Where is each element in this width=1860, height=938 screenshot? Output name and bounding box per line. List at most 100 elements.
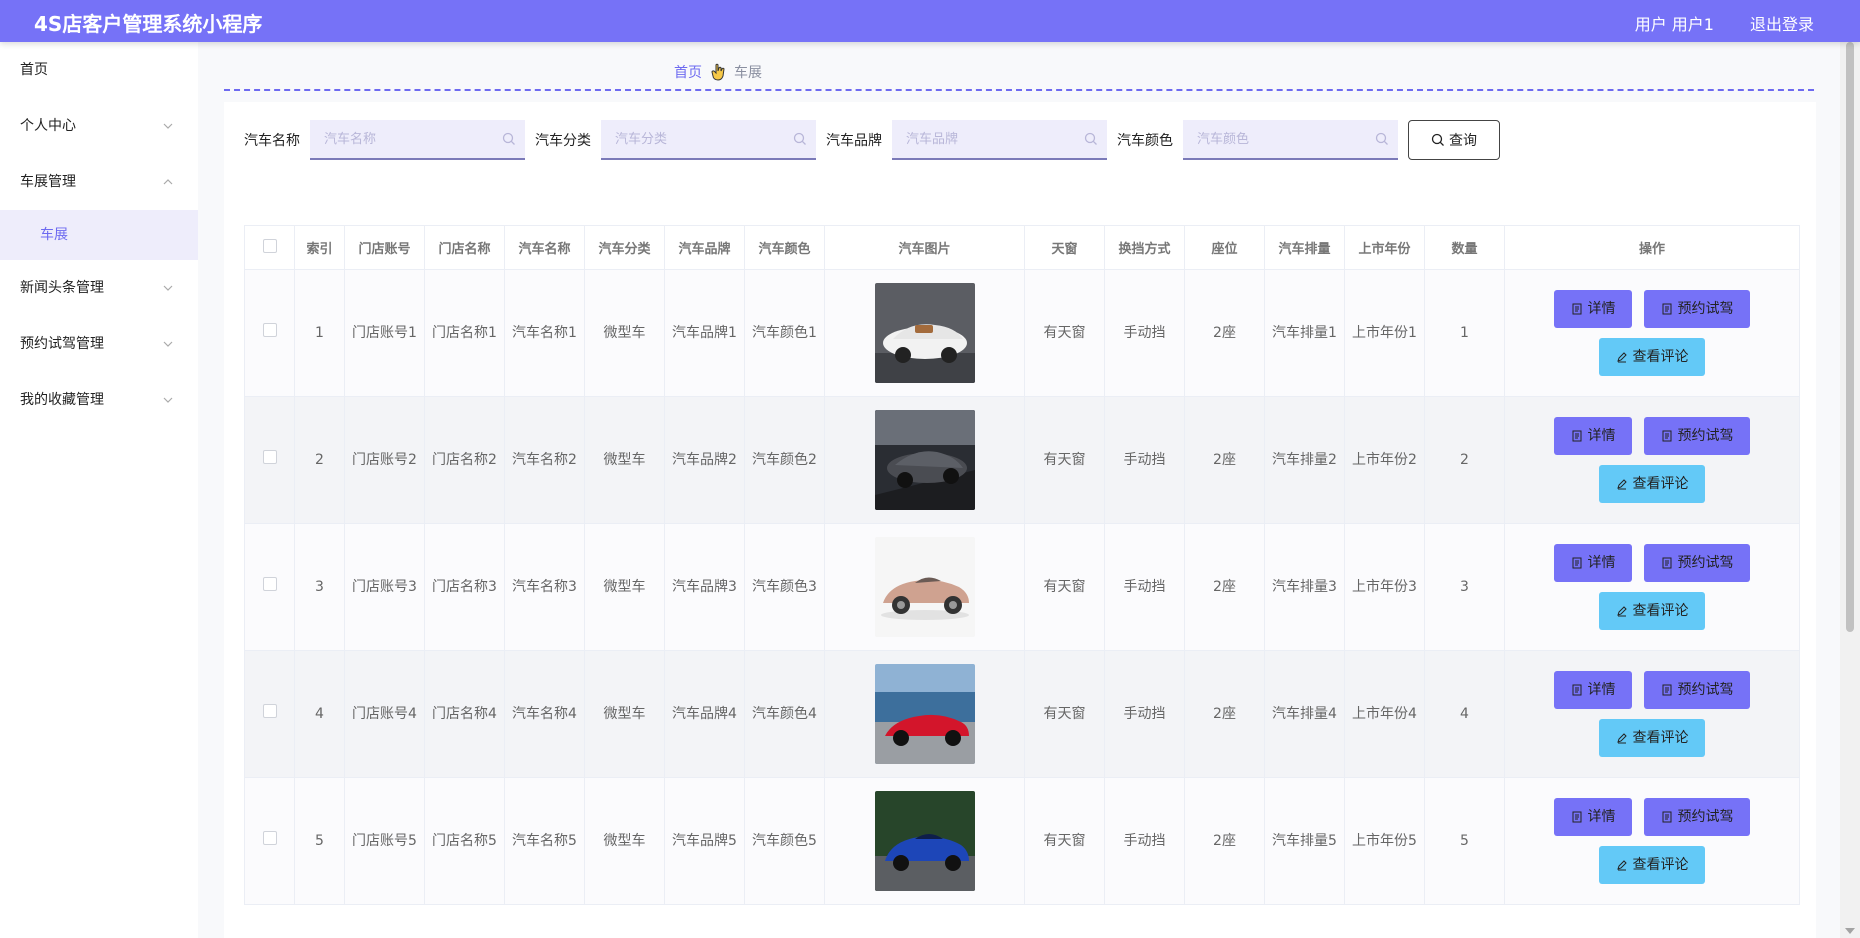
view-comments-button[interactable]: 查看评论 bbox=[1599, 592, 1705, 630]
cell-image bbox=[824, 650, 1025, 778]
cell-actions: 详情 预约试驾 查看评论 bbox=[1504, 777, 1800, 905]
car-brand-input[interactable] bbox=[892, 120, 1107, 158]
cell-actions: 详情 预约试驾 查看评论 bbox=[1504, 523, 1800, 651]
column-header: 操作 bbox=[1504, 225, 1800, 270]
view-comments-button[interactable]: 查看评论 bbox=[1599, 465, 1705, 503]
book-test-drive-button[interactable]: 预约试驾 bbox=[1644, 798, 1750, 836]
column-header: 天窗 bbox=[1024, 225, 1105, 270]
car-image[interactable] bbox=[874, 283, 975, 383]
table-row: 1 门店账号1 门店名称1 汽车名称1 微型车 汽车品牌1 汽车颜色1 有天窗 … bbox=[244, 269, 1800, 397]
document-icon bbox=[1572, 811, 1581, 823]
search-icon bbox=[1084, 132, 1097, 145]
hand-pointer-icon bbox=[710, 63, 726, 81]
car-color-field bbox=[1183, 120, 1398, 160]
document-icon bbox=[1662, 557, 1671, 569]
query-button[interactable]: 查询 bbox=[1408, 120, 1500, 160]
sidebar-item-label: 新闻头条管理 bbox=[20, 280, 104, 296]
detail-button[interactable]: 详情 bbox=[1554, 417, 1632, 455]
sidebar: 首页 个人中心 车展管理 车展 新闻头条管理 预约试驾管理 我的收藏管理 bbox=[0, 42, 198, 938]
cell-quantity: 5 bbox=[1424, 777, 1505, 905]
search-icon bbox=[502, 132, 515, 145]
row-select-cell[interactable] bbox=[244, 396, 295, 524]
content-panel: 汽车名称 汽车分类 汽车品牌 汽车颜色 查询 bbox=[224, 102, 1816, 938]
cell-seats: 2座 bbox=[1184, 523, 1265, 651]
select-all-header[interactable] bbox=[244, 225, 295, 270]
cell-index: 5 bbox=[294, 777, 345, 905]
car-name-input[interactable] bbox=[310, 120, 525, 158]
cell-displacement: 汽车排量3 bbox=[1264, 523, 1345, 651]
query-button-label: 查询 bbox=[1449, 133, 1477, 149]
cell-seats: 2座 bbox=[1184, 396, 1265, 524]
column-header: 门店账号 bbox=[344, 225, 425, 270]
sidebar-item-home[interactable]: 首页 bbox=[0, 42, 198, 98]
sidebar-item-car-show-management[interactable]: 车展管理 bbox=[0, 154, 198, 210]
car-image[interactable] bbox=[874, 791, 975, 891]
cell-seats: 2座 bbox=[1184, 269, 1265, 397]
book-test-drive-button[interactable]: 预约试驾 bbox=[1644, 417, 1750, 455]
car-image[interactable] bbox=[874, 537, 975, 637]
search-icon bbox=[1375, 132, 1388, 145]
cell-store-name: 门店名称3 bbox=[424, 523, 505, 651]
logout-link[interactable]: 退出登录 bbox=[1750, 11, 1814, 35]
app-title: 4S店客户管理系统小程序 bbox=[34, 12, 263, 36]
column-header: 汽车图片 bbox=[824, 225, 1025, 270]
car-image[interactable] bbox=[874, 410, 975, 510]
sidebar-item-favorites-management[interactable]: 我的收藏管理 bbox=[0, 372, 198, 428]
row-checkbox[interactable] bbox=[262, 704, 277, 718]
sidebar-item-car-show[interactable]: 车展 bbox=[0, 210, 198, 260]
column-header: 座位 bbox=[1184, 225, 1265, 270]
car-color-input[interactable] bbox=[1183, 120, 1398, 158]
edit-icon bbox=[1616, 733, 1627, 744]
row-checkbox[interactable] bbox=[262, 831, 277, 845]
view-comments-button[interactable]: 查看评论 bbox=[1599, 719, 1705, 757]
view-comments-button[interactable]: 查看评论 bbox=[1599, 846, 1705, 884]
cell-category: 微型车 bbox=[584, 650, 665, 778]
car-image[interactable] bbox=[874, 664, 975, 764]
comment-button-label: 查看评论 bbox=[1632, 857, 1689, 873]
row-checkbox[interactable] bbox=[262, 323, 277, 337]
book-test-drive-button[interactable]: 预约试驾 bbox=[1644, 544, 1750, 582]
edit-icon bbox=[1616, 860, 1627, 871]
car-category-field bbox=[601, 120, 816, 160]
sidebar-item-test-drive-management[interactable]: 预约试驾管理 bbox=[0, 316, 198, 372]
chevron-down-icon bbox=[162, 372, 174, 428]
detail-button[interactable]: 详情 bbox=[1554, 290, 1632, 328]
cell-year: 上市年份4 bbox=[1344, 650, 1425, 778]
breadcrumb-home[interactable]: 首页 bbox=[674, 62, 702, 82]
cell-actions: 详情 预约试驾 查看评论 bbox=[1504, 269, 1800, 397]
book-test-drive-button[interactable]: 预约试驾 bbox=[1644, 290, 1750, 328]
cell-color: 汽车颜色5 bbox=[744, 777, 825, 905]
row-select-cell[interactable] bbox=[244, 650, 295, 778]
car-category-input[interactable] bbox=[601, 120, 816, 158]
cell-store-name: 门店名称1 bbox=[424, 269, 505, 397]
cell-year: 上市年份5 bbox=[1344, 777, 1425, 905]
sidebar-item-news-management[interactable]: 新闻头条管理 bbox=[0, 260, 198, 316]
row-select-cell[interactable] bbox=[244, 777, 295, 905]
scroll-down-arrow-icon[interactable] bbox=[1845, 928, 1855, 934]
view-comments-button[interactable]: 查看评论 bbox=[1599, 338, 1705, 376]
cell-car-name: 汽车名称1 bbox=[504, 269, 585, 397]
cell-transmission: 手动挡 bbox=[1104, 777, 1185, 905]
cell-sunroof: 有天窗 bbox=[1024, 396, 1105, 524]
row-checkbox[interactable] bbox=[262, 577, 277, 591]
chevron-up-icon bbox=[162, 154, 174, 210]
book-test-drive-button[interactable]: 预约试驾 bbox=[1644, 671, 1750, 709]
detail-button[interactable]: 详情 bbox=[1554, 671, 1632, 709]
cell-color: 汽车颜色4 bbox=[744, 650, 825, 778]
sidebar-item-personal-center[interactable]: 个人中心 bbox=[0, 98, 198, 154]
document-icon bbox=[1572, 684, 1581, 696]
current-user[interactable]: 用户 用户1 bbox=[1635, 11, 1714, 35]
detail-button[interactable]: 详情 bbox=[1554, 544, 1632, 582]
sidebar-item-label: 我的收藏管理 bbox=[20, 392, 104, 408]
detail-button-label: 详情 bbox=[1587, 682, 1616, 698]
car-name-label: 汽车名称 bbox=[244, 133, 300, 149]
cell-year: 上市年份3 bbox=[1344, 523, 1425, 651]
row-checkbox[interactable] bbox=[262, 450, 277, 464]
scrollbar-thumb[interactable] bbox=[1846, 42, 1854, 632]
car-category-label: 汽车分类 bbox=[535, 133, 591, 149]
row-select-cell[interactable] bbox=[244, 523, 295, 651]
select-all-checkbox[interactable] bbox=[262, 238, 277, 253]
row-select-cell[interactable] bbox=[244, 269, 295, 397]
detail-button[interactable]: 详情 bbox=[1554, 798, 1632, 836]
page-scrollbar[interactable] bbox=[1840, 0, 1860, 938]
